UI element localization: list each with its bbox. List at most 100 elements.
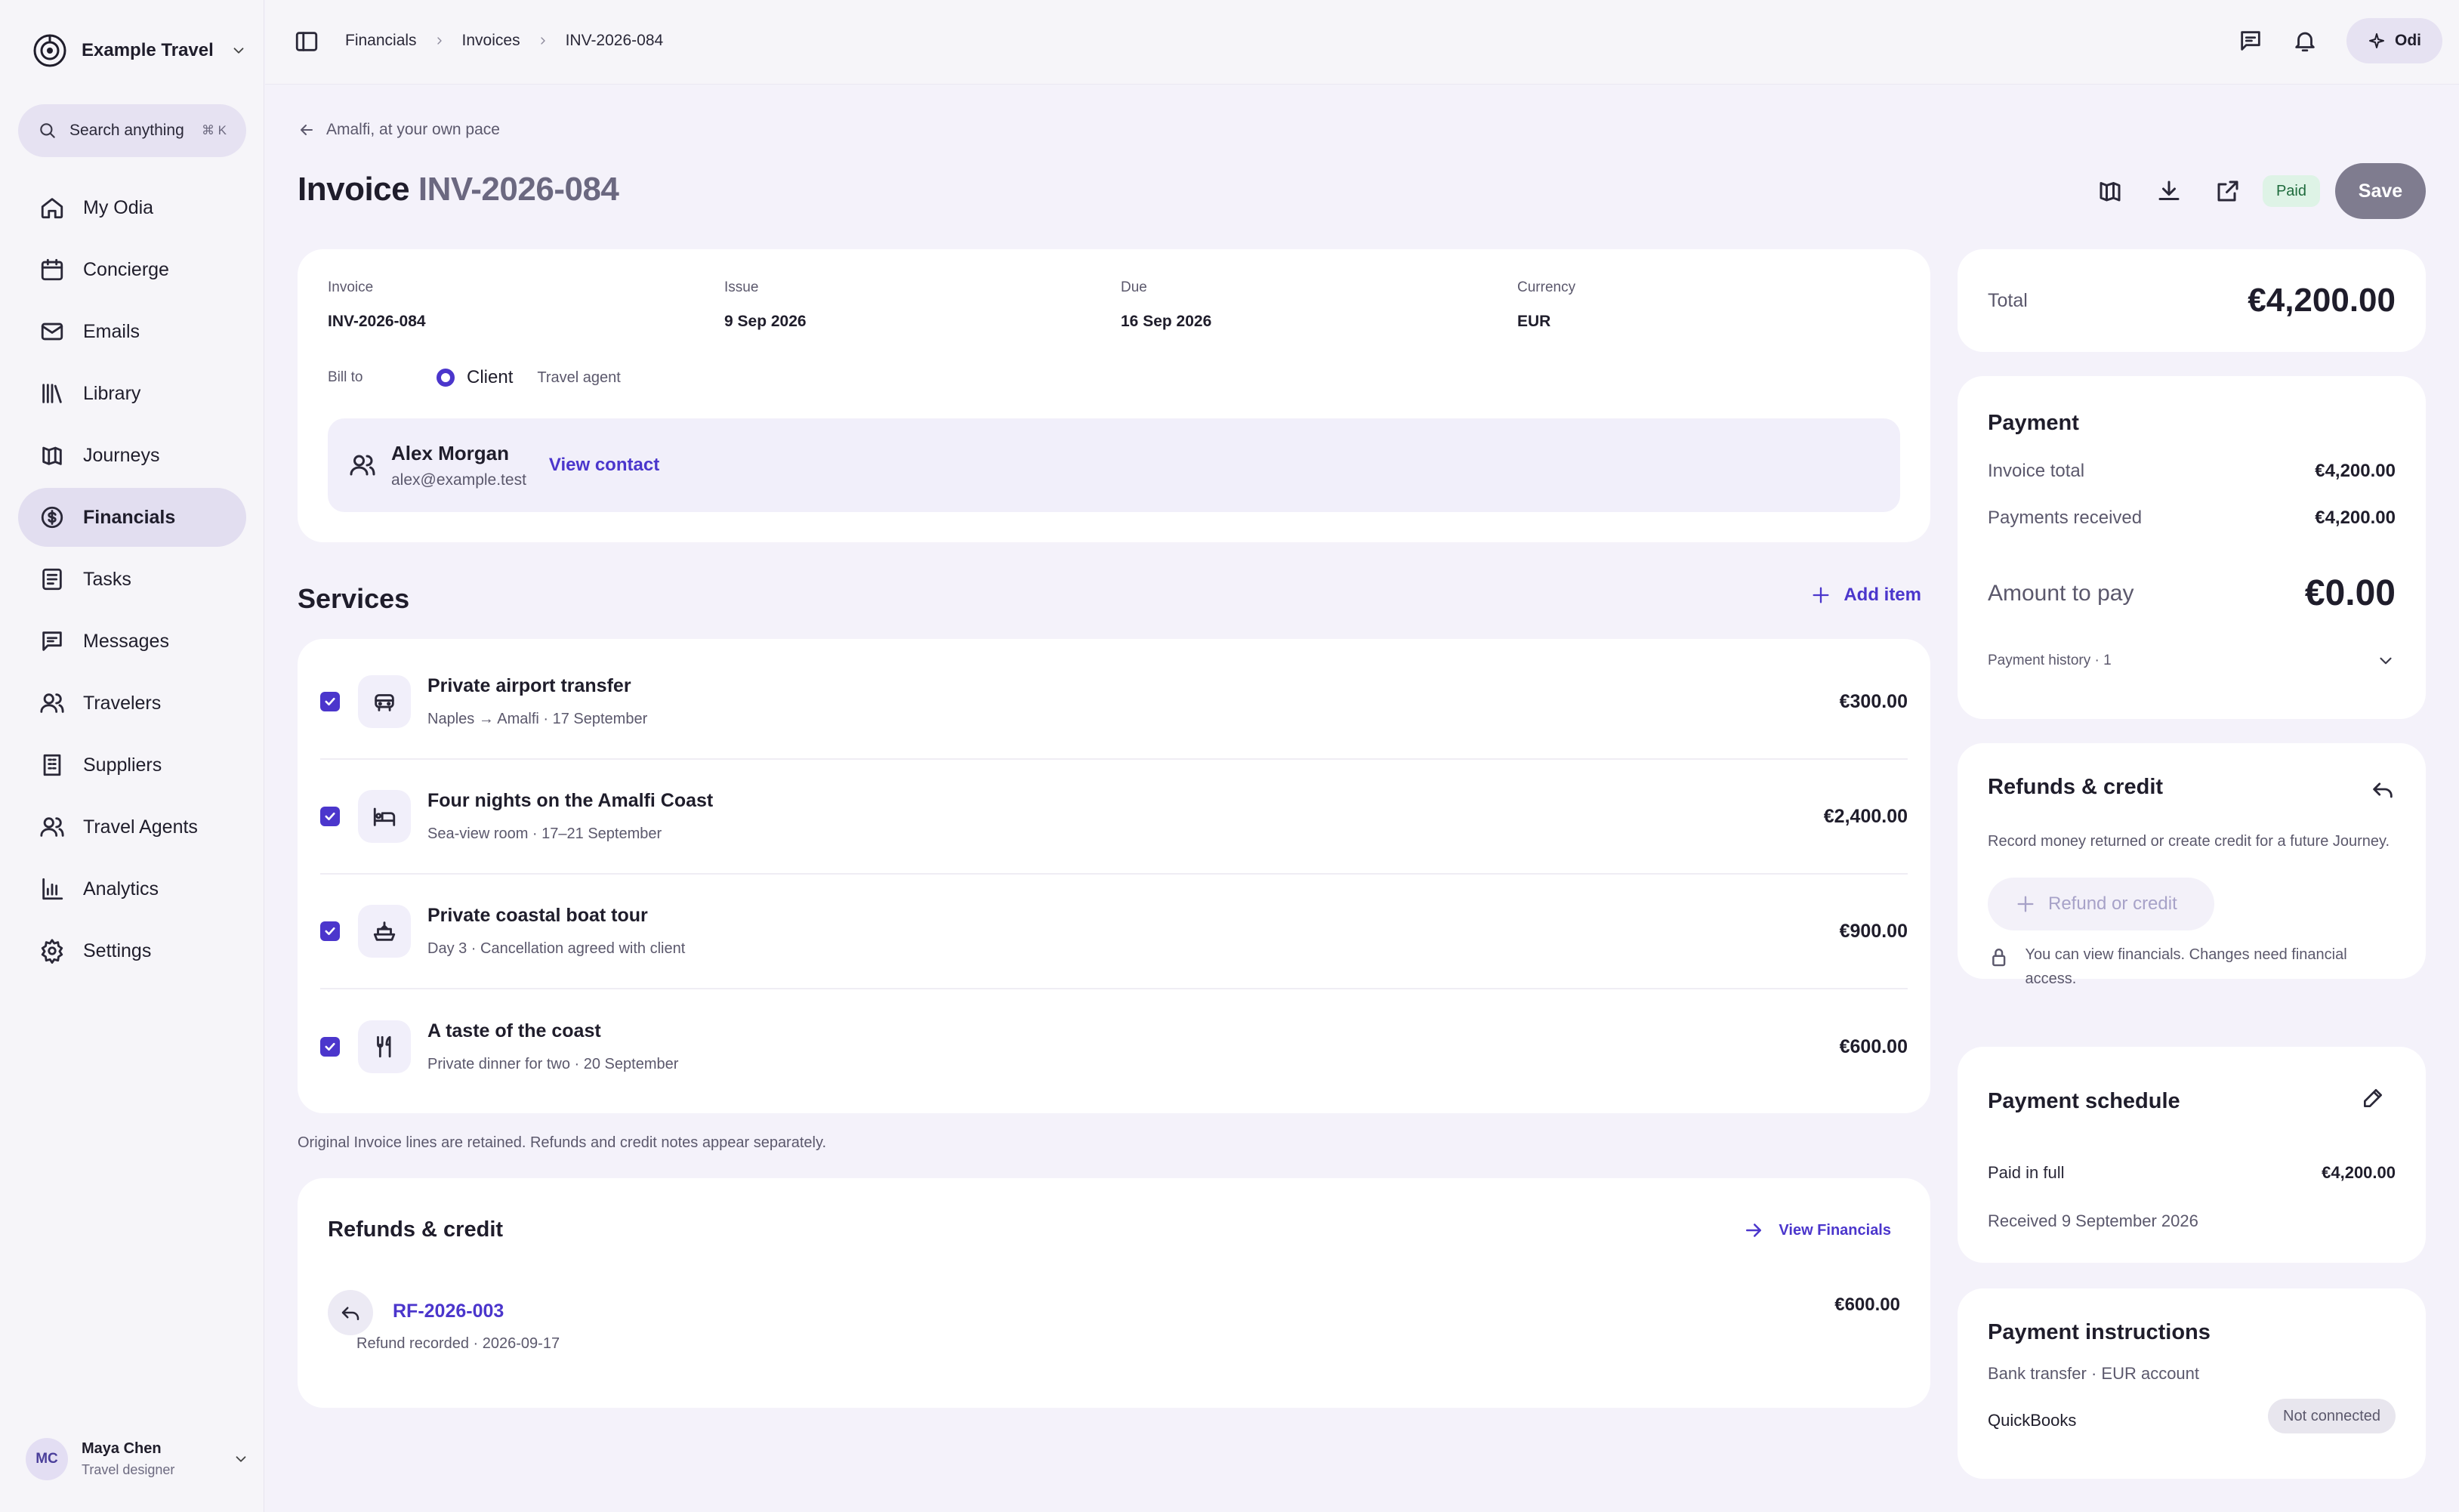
boat-icon (373, 921, 396, 941)
contact-card: Alex Morgan alex@example.test View conta… (328, 418, 1900, 512)
schedule-received: Received 9 September 2026 (1988, 1211, 2198, 1230)
nav-item-settings[interactable]: Settings (18, 921, 246, 980)
bell-icon[interactable] (2292, 28, 2318, 54)
sidebar: Example Travel Search anything ⌘ K My Od… (0, 0, 264, 1512)
field-invoice: Invoice INV-2026-084 (328, 279, 724, 331)
view-contact-link[interactable]: View contact (549, 455, 659, 476)
service-price: €900.00 (1839, 920, 1908, 942)
nav-item-concierge[interactable]: Concierge (18, 240, 246, 299)
status-badge: Paid (2262, 175, 2320, 207)
main-nav: My Odia Concierge Emails Library Journey… (18, 178, 246, 983)
service-icon (358, 905, 411, 958)
breadcrumb: Financials Invoices INV-2026-084 (345, 32, 663, 50)
service-checkbox[interactable] (320, 692, 340, 711)
search-input[interactable]: Search anything ⌘ K (18, 104, 246, 157)
nav-label: Journeys (83, 444, 160, 466)
bill-to-client-radio[interactable] (437, 369, 455, 387)
refund-or-credit-label: Refund or credit (2048, 893, 2177, 914)
title-number: INV-2026-084 (418, 171, 619, 208)
workspace-name: Example Travel (82, 40, 214, 60)
bill-to-label: Bill to (328, 369, 363, 385)
services-card: Private airport transfer Naples → Amalfi… (298, 639, 1930, 1113)
contact-email: alex@example.test (391, 471, 526, 489)
back-link[interactable]: Amalfi, at your own pace (298, 121, 500, 139)
nav-item-tasks[interactable]: Tasks (18, 550, 246, 609)
nav-item-analytics[interactable]: Analytics (18, 859, 246, 918)
nav-label: Messages (83, 630, 169, 652)
breadcrumb-financials[interactable]: Financials (345, 32, 417, 50)
total-card: Total €4,200.00 (1958, 249, 2426, 352)
assistant-button[interactable]: Odi (2346, 18, 2442, 63)
nav-item-suppliers[interactable]: Suppliers (18, 736, 246, 795)
service-subtitle: Sea-view room · 17–21 September (427, 825, 662, 842)
invoice-actions: Paid Save (2096, 163, 2426, 219)
home-icon (41, 198, 63, 219)
permission-note-text: You can view financials. Changes need fi… (2025, 946, 2347, 987)
invoice-total-label: Invoice total (1988, 461, 2085, 481)
service-title: Private airport transfer (427, 675, 631, 696)
field-currency: Currency EUR (1517, 279, 1914, 331)
chat-icon[interactable] (2238, 28, 2263, 54)
nav-label: Travelers (83, 692, 162, 714)
undo-icon[interactable] (2370, 776, 2396, 802)
service-checkbox[interactable] (320, 1037, 340, 1057)
field-value: 16 Sep 2026 (1121, 313, 1212, 330)
dollar-icon (41, 506, 63, 529)
map-icon (42, 446, 62, 465)
integration-status-badge: Not connected (2268, 1399, 2396, 1433)
check-icon (325, 927, 335, 936)
journey-icon[interactable] (2096, 177, 2124, 205)
nav-label: My Odia (83, 196, 154, 218)
field-label: Due (1121, 279, 1147, 295)
field-value: 9 Sep 2026 (724, 313, 807, 330)
user-menu[interactable]: MC Maya Chen Travel designer (26, 1435, 249, 1483)
save-button[interactable]: Save (2335, 163, 2426, 219)
agents-icon (40, 817, 64, 837)
service-checkbox[interactable] (320, 921, 340, 941)
instructions-heading: Payment instructions (1988, 1320, 2211, 1344)
total-value: €4,200.00 (2248, 282, 2396, 319)
field-due: Due 16 Sep 2026 (1121, 279, 1517, 331)
users-icon (350, 455, 375, 476)
service-title: Private coastal boat tour (427, 905, 648, 926)
nav-item-emails[interactable]: Emails (18, 302, 246, 361)
sidebar-toggle-icon[interactable] (294, 29, 319, 54)
workspace-switcher[interactable]: Example Travel (32, 32, 247, 69)
field-value: INV-2026-084 (328, 313, 426, 330)
external-link-icon[interactable] (2214, 177, 2241, 205)
service-price: €300.00 (1839, 690, 1908, 712)
refund-or-credit-button[interactable]: Refund or credit (1988, 878, 2214, 930)
bill-to-client-option[interactable]: Client (467, 367, 513, 388)
tasks-icon (42, 568, 62, 591)
refunds-credit-card: Refunds & credit View Financials RF-2026… (298, 1178, 1930, 1408)
add-item-label: Add item (1843, 585, 1921, 605)
refund-panel-heading: Refunds & credit (1988, 775, 2164, 799)
refund-panel-description: Record money returned or create credit f… (1988, 833, 2390, 850)
add-item-button[interactable]: Add item (1810, 585, 1921, 606)
nav-item-my-odia[interactable]: My Odia (18, 178, 246, 237)
chart-icon (42, 878, 63, 900)
bill-to-selector: Bill to Client Travel agent (328, 367, 621, 388)
avatar: MC (26, 1438, 68, 1480)
invoice-total-value: €4,200.00 (2315, 461, 2396, 481)
service-icon (358, 1020, 411, 1073)
payment-history-toggle[interactable]: Payment history · 1 (1988, 651, 2396, 671)
nav-item-financials[interactable]: Financials (18, 488, 246, 547)
view-financials-link[interactable]: View Financials (1742, 1219, 1891, 1242)
cutlery-icon (377, 1035, 391, 1058)
breadcrumb-invoices[interactable]: Invoices (462, 32, 520, 50)
refund-id-link[interactable]: RF-2026-003 (393, 1301, 504, 1335)
pencil-icon[interactable] (2361, 1086, 2385, 1110)
nav-item-travelers[interactable]: Travelers (18, 674, 246, 733)
bill-to-agent-option[interactable]: Travel agent (537, 369, 620, 387)
breadcrumb-current: INV-2026-084 (565, 32, 664, 49)
download-icon[interactable] (2155, 177, 2183, 205)
user-role: Travel designer (82, 1462, 175, 1477)
sparkle-icon (2369, 33, 2384, 48)
nav-item-journeys[interactable]: Journeys (18, 426, 246, 485)
service-subtitle: Naples → Amalfi · 17 September (427, 711, 648, 727)
nav-item-library[interactable]: Library (18, 364, 246, 423)
nav-item-messages[interactable]: Messages (18, 612, 246, 671)
service-checkbox[interactable] (320, 807, 340, 826)
nav-item-travel-agents[interactable]: Travel Agents (18, 798, 246, 856)
